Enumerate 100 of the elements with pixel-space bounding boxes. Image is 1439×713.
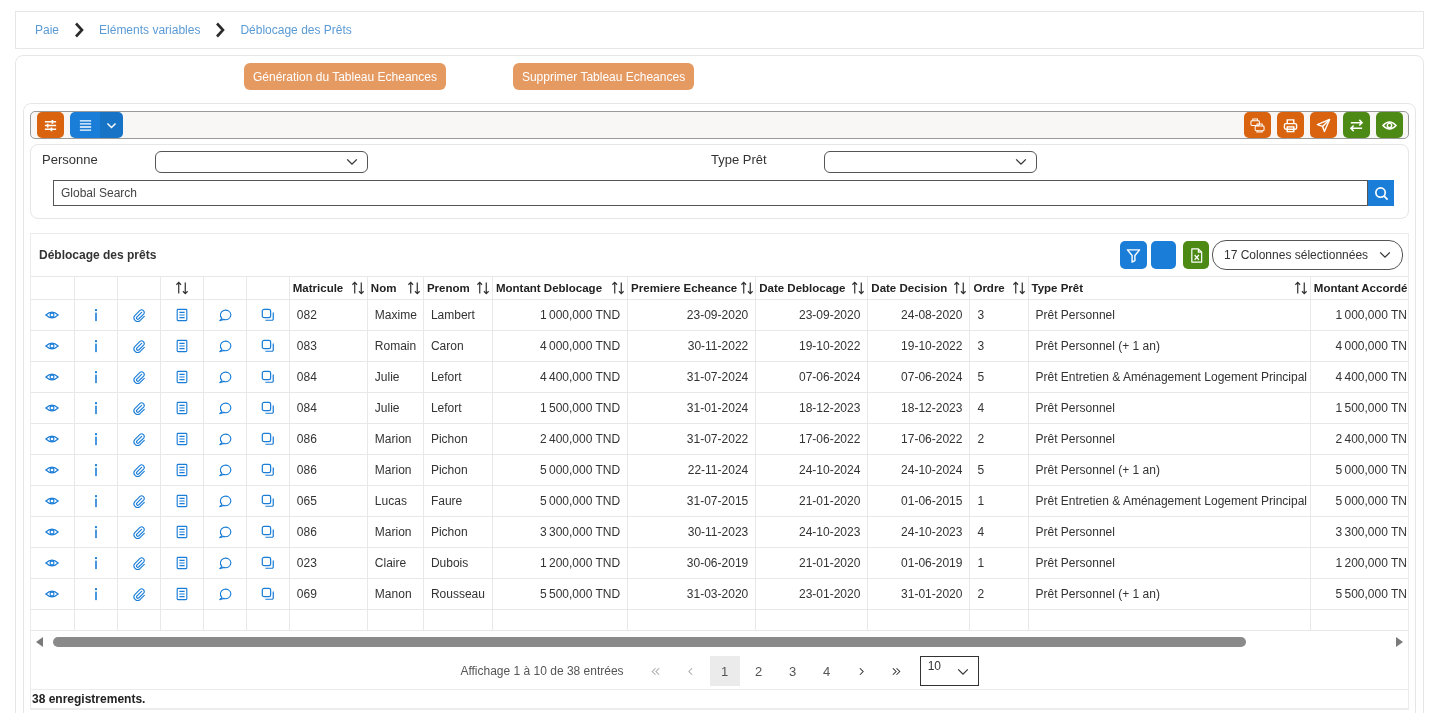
column-header[interactable]: Date Decision	[867, 276, 970, 300]
table-cell: 1 200,000 TND	[492, 547, 628, 579]
scroll-right-icon[interactable]	[1395, 637, 1403, 647]
copy-icon[interactable]	[260, 401, 275, 416]
document-icon[interactable]	[174, 525, 189, 540]
table-cell: 31-07-2015	[627, 485, 756, 517]
blank-button[interactable]	[1151, 241, 1176, 269]
filter-button[interactable]	[1120, 241, 1147, 269]
view-button[interactable]	[1376, 112, 1403, 138]
column-header[interactable]: Type Prêt	[1028, 276, 1311, 300]
print-button[interactable]	[1277, 112, 1304, 138]
table-cell: 24-10-2023	[867, 516, 970, 548]
column-header[interactable]: Prenom	[423, 276, 493, 300]
paperclip-icon[interactable]	[131, 339, 146, 354]
paperclip-icon[interactable]	[131, 525, 146, 540]
paperclip-icon[interactable]	[131, 556, 146, 571]
paper-plane-icon	[1316, 117, 1331, 133]
paperclip-icon[interactable]	[131, 494, 146, 509]
table-cell: 3	[969, 330, 1028, 362]
copy-icon[interactable]	[260, 587, 275, 602]
table-cell: Romain	[367, 330, 424, 362]
document-icon[interactable]	[174, 339, 189, 354]
copy-icon[interactable]	[260, 432, 275, 447]
column-picker-select[interactable]: 17 Colonnes sélectionnées	[1212, 240, 1403, 270]
list-icon	[77, 117, 93, 133]
filter-icon	[1126, 247, 1141, 263]
document-icon[interactable]	[174, 401, 189, 416]
table-cell: 2	[969, 578, 1028, 610]
scrollbar-thumb[interactable]	[53, 637, 1247, 647]
speech-bubble-icon[interactable]	[217, 401, 232, 416]
paperclip-icon[interactable]	[131, 308, 146, 323]
copy-icon[interactable]	[260, 339, 275, 354]
paperclip-icon[interactable]	[131, 463, 146, 478]
document-icon[interactable]	[174, 494, 189, 509]
table-cell: Rousseau	[423, 578, 493, 610]
table-cell: 24-10-2024	[755, 454, 868, 486]
page-button[interactable]: 1	[709, 656, 740, 686]
search-field[interactable]: Global Search	[53, 180, 1368, 206]
speech-bubble-icon[interactable]	[217, 339, 232, 354]
table-cell: 01-06-2015	[867, 485, 970, 517]
paperclip-icon[interactable]	[131, 432, 146, 447]
table-cell: 07-06-2024	[755, 361, 868, 393]
document-icon[interactable]	[174, 556, 189, 571]
copy-icon[interactable]	[260, 370, 275, 385]
table-cell: 5 000,000 TND	[492, 454, 628, 486]
document-icon[interactable]	[174, 463, 189, 478]
printer-icon	[1283, 117, 1298, 133]
print-batch-button[interactable]	[1244, 112, 1271, 138]
copy-icon[interactable]	[260, 556, 275, 571]
column-header[interactable]	[160, 276, 204, 300]
document-icon[interactable]	[174, 587, 189, 602]
speech-bubble-icon[interactable]	[217, 370, 232, 385]
table-cell: 086	[289, 423, 368, 455]
speech-bubble-icon[interactable]	[217, 494, 232, 509]
paperclip-icon[interactable]	[131, 401, 146, 416]
send-button[interactable]	[1310, 112, 1337, 138]
table-cell: 4	[969, 516, 1028, 548]
table-cell: Caron	[423, 330, 493, 362]
speech-bubble-icon[interactable]	[217, 432, 232, 447]
speech-bubble-icon[interactable]	[217, 556, 232, 571]
page-button[interactable]: 4	[811, 656, 842, 686]
excel-export-button[interactable]	[1183, 241, 1209, 269]
table-cell: Prêt Personnel	[1028, 516, 1311, 548]
column-header[interactable]: Date Deblocage	[755, 276, 868, 300]
speech-bubble-icon[interactable]	[217, 587, 232, 602]
document-icon[interactable]	[174, 308, 189, 323]
page-button[interactable]: 3	[777, 656, 808, 686]
page-size-select[interactable]: 10	[919, 656, 979, 686]
column-header[interactable]: Nom	[367, 276, 424, 300]
table-cell: 21-01-2020	[755, 485, 868, 517]
table-cell: 17-06-2022	[755, 423, 868, 455]
table-cell: 4 400,000 TND	[492, 361, 628, 393]
copy-icon[interactable]	[260, 525, 275, 540]
speech-bubble-icon[interactable]	[217, 308, 232, 323]
list-menu-button[interactable]	[70, 112, 123, 138]
column-header[interactable]: Ordre	[969, 276, 1028, 300]
speech-bubble-icon[interactable]	[217, 463, 232, 478]
field-label: Type Prêt	[711, 151, 768, 167]
copy-icon[interactable]	[260, 494, 275, 509]
copy-icon[interactable]	[260, 463, 275, 478]
column-header[interactable]: Premiere Echeance	[627, 276, 756, 300]
dropdown-field[interactable]	[155, 151, 368, 173]
table-cell: Julie	[367, 392, 424, 424]
table-cell: 23-01-2020	[755, 578, 868, 610]
scroll-left-icon[interactable]	[36, 637, 44, 647]
dropdown-field[interactable]	[824, 151, 1037, 173]
document-icon[interactable]	[174, 432, 189, 447]
speech-bubble-icon[interactable]	[217, 525, 232, 540]
document-icon[interactable]	[174, 370, 189, 385]
sliders-button[interactable]	[37, 112, 64, 138]
search-button[interactable]	[1368, 180, 1394, 206]
table-cell: Prêt Personnel (+ 1 an)	[1028, 578, 1311, 610]
paperclip-icon[interactable]	[131, 587, 146, 602]
pagination-summary: Affichage 1 à 10 de 38 entrées	[460, 664, 624, 678]
page-button[interactable]: 2	[743, 656, 774, 686]
column-header[interactable]: Montant Deblocage	[492, 276, 628, 300]
copy-icon[interactable]	[260, 308, 275, 323]
paperclip-icon[interactable]	[131, 370, 146, 385]
swap-button[interactable]	[1343, 112, 1370, 138]
column-header[interactable]: Matricule	[289, 276, 368, 300]
